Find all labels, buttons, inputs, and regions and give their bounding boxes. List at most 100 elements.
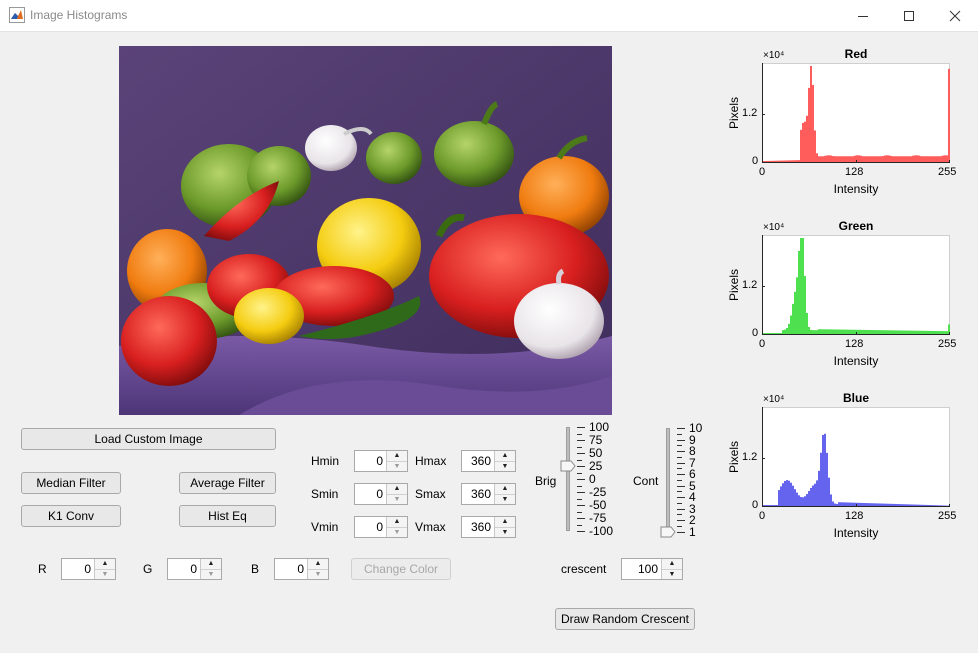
up-arrow-icon[interactable]: ▲ xyxy=(387,517,407,527)
up-arrow-icon[interactable]: ▲ xyxy=(201,559,221,569)
r-value[interactable]: 0 xyxy=(62,559,94,579)
change-color-button[interactable]: Change Color xyxy=(351,558,451,580)
histogram-bar xyxy=(840,156,842,162)
histogram-bar xyxy=(910,330,912,334)
up-arrow-icon[interactable]: ▲ xyxy=(662,559,682,569)
histogram-ytick: 0 xyxy=(752,155,759,167)
smin-value[interactable]: 0 xyxy=(355,484,386,504)
k1-conv-button[interactable]: K1 Conv xyxy=(21,505,121,527)
histogram-bar xyxy=(944,155,946,162)
histogram-bar xyxy=(820,329,822,334)
histogram-plot xyxy=(762,63,950,163)
histogram-bar xyxy=(774,160,776,162)
histogram-bar xyxy=(888,503,890,506)
histogram-bar xyxy=(914,504,916,506)
vmin-value[interactable]: 0 xyxy=(355,517,386,537)
hmax-value[interactable]: 360 xyxy=(462,451,494,471)
histogram-bar xyxy=(882,156,884,162)
down-arrow-icon[interactable]: ▼ xyxy=(495,460,515,472)
histogram-bar xyxy=(902,504,904,506)
vmax-value[interactable]: 360 xyxy=(462,517,494,537)
smax-spinner[interactable]: 360 ▲ ▼ xyxy=(461,483,516,505)
maximize-button[interactable] xyxy=(886,0,932,31)
b-value[interactable]: 0 xyxy=(275,559,307,579)
histogram-bar xyxy=(854,502,856,506)
histogram-bar xyxy=(782,160,784,162)
down-arrow-icon[interactable]: ▼ xyxy=(495,493,515,505)
close-button[interactable] xyxy=(932,0,978,31)
histogram-bar xyxy=(764,333,766,334)
cont-slider-thumb[interactable] xyxy=(660,526,676,538)
r-spinner[interactable]: 0 ▲ ▼ xyxy=(61,558,116,580)
slider-minor-tick xyxy=(677,468,682,470)
slider-minor-tick xyxy=(577,498,582,500)
histogram-bar xyxy=(836,156,838,162)
histogram-bar xyxy=(926,330,928,334)
crescent-value[interactable]: 100 xyxy=(622,559,661,579)
up-arrow-icon[interactable]: ▲ xyxy=(495,517,515,527)
down-arrow-icon[interactable]: ▼ xyxy=(387,460,407,472)
histogram-bar xyxy=(832,156,834,162)
histogram-bar xyxy=(860,329,862,334)
slider-tick-label: 0 xyxy=(589,472,596,486)
median-filter-button[interactable]: Median Filter xyxy=(21,472,121,494)
up-arrow-icon[interactable]: ▲ xyxy=(387,484,407,494)
histogram-bar xyxy=(922,330,924,334)
minimize-button[interactable] xyxy=(840,0,886,31)
slider-tick xyxy=(577,466,585,467)
vmax-spinner[interactable]: 360 ▲ ▼ xyxy=(461,516,516,538)
up-arrow-icon[interactable]: ▲ xyxy=(387,451,407,461)
histogram-bar xyxy=(920,504,922,506)
histogram-bar xyxy=(874,156,876,162)
down-arrow-icon[interactable]: ▼ xyxy=(308,568,328,580)
cont-slider-track[interactable] xyxy=(666,428,670,533)
histogram-bar xyxy=(778,333,780,334)
down-arrow-icon[interactable]: ▼ xyxy=(387,526,407,538)
histogram-bar xyxy=(884,330,886,334)
brig-slider-thumb[interactable] xyxy=(560,460,576,472)
average-filter-button[interactable]: Average Filter xyxy=(179,472,276,494)
g-spinner[interactable]: 0 ▲ ▼ xyxy=(167,558,222,580)
draw-random-crescent-button[interactable]: Draw Random Crescent xyxy=(555,608,695,630)
slider-tick-label: -100 xyxy=(589,524,614,538)
hmin-value[interactable]: 0 xyxy=(355,451,386,471)
histogram-bar xyxy=(836,503,838,506)
hmax-spinner[interactable]: 360 ▲ ▼ xyxy=(461,450,516,472)
b-spinner[interactable]: 0 ▲ ▼ xyxy=(274,558,329,580)
up-arrow-icon[interactable]: ▲ xyxy=(495,451,515,461)
up-arrow-icon[interactable]: ▲ xyxy=(95,559,115,569)
histogram-bar xyxy=(868,503,870,506)
smin-spinner[interactable]: 0 ▲ ▼ xyxy=(354,483,408,505)
slider-tick xyxy=(577,531,585,532)
hist-eq-button[interactable]: Hist Eq xyxy=(179,505,276,527)
hmin-spinner[interactable]: 0 ▲ ▼ xyxy=(354,450,408,472)
histogram-bar xyxy=(826,155,828,162)
load-custom-image-button[interactable]: Load Custom Image xyxy=(21,428,276,450)
crescent-spinner[interactable]: 100 ▲ ▼ xyxy=(621,558,683,580)
histogram-bar xyxy=(846,156,848,162)
down-arrow-icon[interactable]: ▼ xyxy=(95,568,115,580)
up-arrow-icon[interactable]: ▲ xyxy=(308,559,328,569)
histogram-bar xyxy=(788,323,790,334)
up-arrow-icon[interactable]: ▲ xyxy=(495,484,515,494)
down-arrow-icon[interactable]: ▼ xyxy=(201,568,221,580)
histogram-bar xyxy=(800,496,802,506)
g-value[interactable]: 0 xyxy=(168,559,200,579)
smax-value[interactable]: 360 xyxy=(462,484,494,504)
brig-label: Brig xyxy=(535,474,557,488)
down-arrow-icon[interactable]: ▼ xyxy=(662,568,682,580)
down-arrow-icon[interactable]: ▼ xyxy=(495,526,515,538)
histogram-bar xyxy=(936,331,938,334)
slider-minor-tick xyxy=(577,459,582,461)
slider-minor-tick xyxy=(577,446,582,448)
brig-slider-track[interactable] xyxy=(566,427,570,531)
histogram-xtick: 255 xyxy=(938,510,957,522)
histogram-ylabel: Pixels xyxy=(727,97,741,130)
histogram-xtick: 0 xyxy=(759,338,766,350)
histogram-bar xyxy=(804,496,806,506)
down-arrow-icon[interactable]: ▼ xyxy=(387,493,407,505)
blue-histogram: Blue ×10⁴ Pixels 1.2 0 0 128 255 Intensity xyxy=(720,388,976,548)
histogram-bar xyxy=(866,156,868,162)
vmin-spinner[interactable]: 0 ▲ ▼ xyxy=(354,516,408,538)
cont-label: Cont xyxy=(633,474,659,488)
